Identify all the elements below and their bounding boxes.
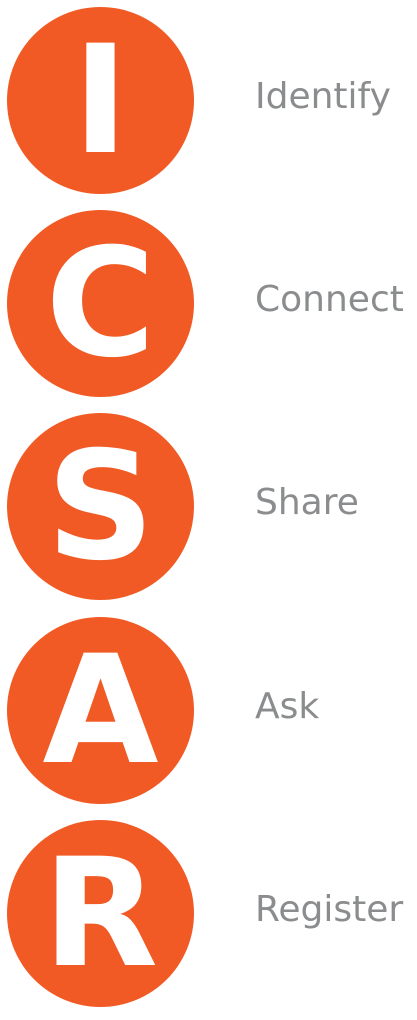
- step-register: R Register: [0, 820, 417, 1020]
- letter-circle-c: C: [7, 210, 194, 397]
- step-label: Register: [255, 889, 404, 930]
- step-letter: S: [46, 419, 155, 594]
- step-share: S Share: [0, 413, 417, 613]
- step-ask: A Ask: [0, 617, 417, 817]
- step-label: Connect: [255, 279, 404, 320]
- step-identify: I Identify: [0, 7, 417, 207]
- step-label: Ask: [255, 686, 320, 727]
- letter-circle-i: I: [7, 7, 194, 194]
- letter-circle-s: S: [7, 413, 194, 600]
- step-connect: C Connect: [0, 210, 417, 410]
- step-letter: C: [45, 216, 156, 391]
- step-letter: R: [42, 826, 159, 1001]
- step-letter: A: [42, 623, 159, 798]
- step-label: Share: [255, 482, 359, 523]
- letter-circle-a: A: [7, 617, 194, 804]
- letter-circle-r: R: [7, 820, 194, 1007]
- step-label: Identify: [255, 76, 391, 117]
- step-letter: I: [72, 13, 129, 188]
